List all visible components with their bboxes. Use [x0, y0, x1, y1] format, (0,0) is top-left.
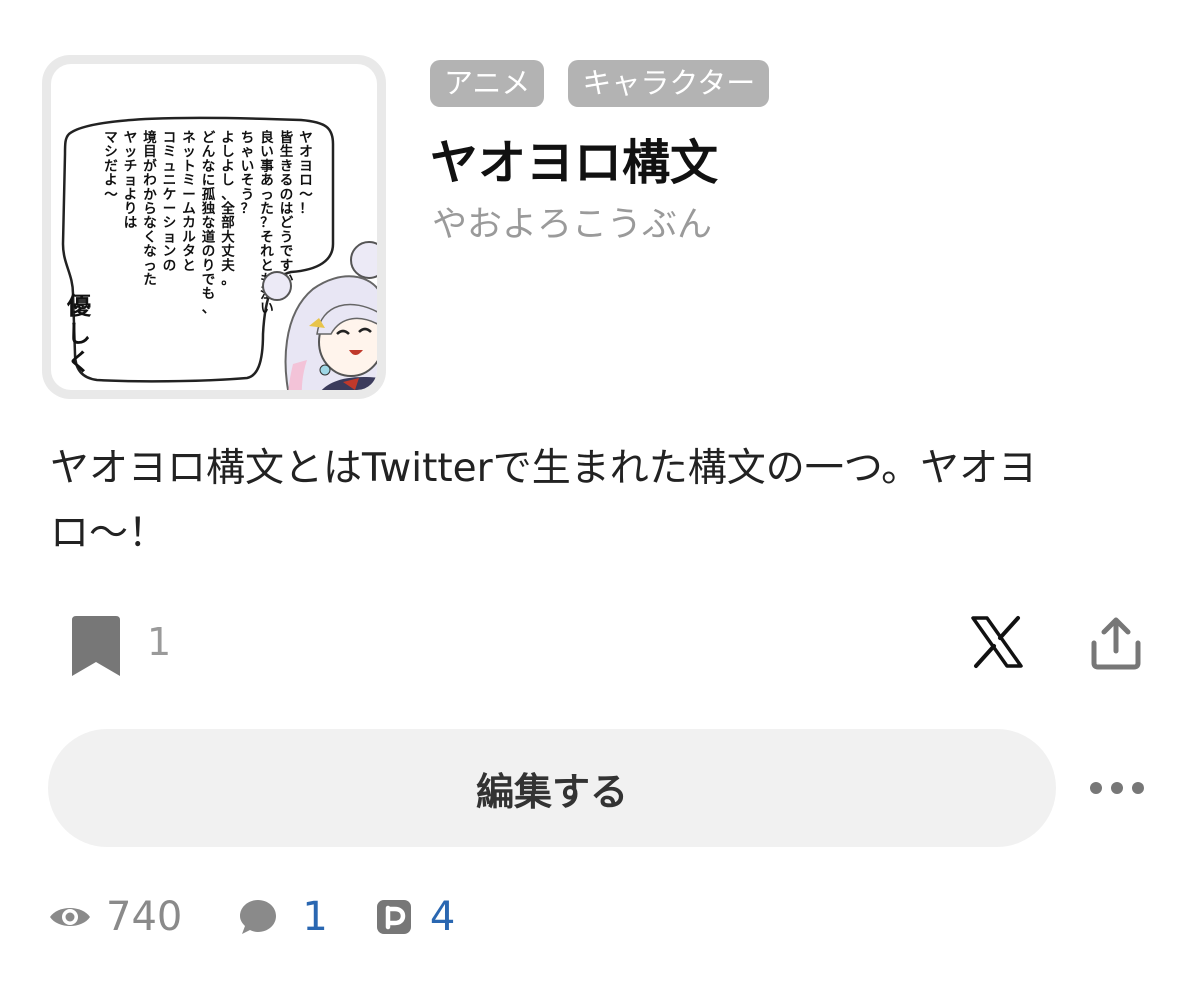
pixiv-stat[interactable]: 4	[376, 894, 455, 940]
thumbnail-image: ヤオヨロ〜！皆生きるのはどうですか？良い事あった？それとも泣いちゃいそう？よしよ…	[51, 64, 377, 390]
pixiv-count: 4	[429, 894, 456, 940]
speech-line: 境目がわからなくなった	[143, 129, 157, 288]
bookmark-count: 1	[147, 620, 172, 664]
share-icon	[1091, 617, 1141, 670]
comments-count: 1	[302, 894, 328, 940]
article-thumbnail[interactable]: ヤオヨロ〜！皆生きるのはどうですか？良い事あった？それとも泣いちゃいそう？よしよ…	[42, 55, 386, 399]
speech-line: どんなに孤独な道のりでも、	[202, 130, 216, 316]
edit-button[interactable]: 編集する	[48, 729, 1056, 847]
share-x-button[interactable]	[970, 615, 1024, 669]
more-dots-icon	[1090, 782, 1144, 794]
speech-line: コミュニケーションの	[163, 130, 177, 274]
article-title: ヤオヨロ構文	[430, 135, 719, 191]
speech-line: ネットミームカルタと	[182, 130, 196, 274]
views-count: 740	[106, 894, 183, 940]
article-stats: 740 1 4	[48, 889, 455, 945]
speech-line: ヤッチョよりは	[124, 130, 138, 231]
comment-icon	[240, 900, 277, 934]
tag-list: アニメ キャラクター	[430, 60, 770, 107]
eye-icon	[50, 908, 90, 926]
bookmark-icon	[72, 616, 120, 676]
views-stat: 740	[48, 894, 182, 940]
x-logo-icon	[971, 616, 1023, 668]
manga-panel-image: ヤオヨロ〜！皆生きるのはどうですか？良い事あった？それとも泣いちゃいそう？よしよ…	[61, 116, 377, 390]
article-description: ヤオヨロ構文とはTwitterで生まれた構文の一つ。ヤオヨロ〜！	[50, 446, 1038, 556]
pixiv-icon	[376, 900, 411, 934]
tag-anime[interactable]: アニメ	[430, 60, 545, 107]
comments-stat[interactable]: 1	[238, 894, 328, 940]
speech-line: ヤオヨロ〜！	[299, 130, 313, 217]
title-reading: やおよろこうぶん	[432, 205, 713, 245]
speech-line: マシだよ〜	[104, 130, 118, 203]
speech-line: ちゃいそう？	[241, 130, 255, 217]
speech-line: よしよし、全部大丈夫。	[220, 130, 235, 288]
tag-character[interactable]: キャラクター	[568, 60, 770, 107]
speech-big-line: 優しく	[66, 292, 92, 376]
speech-big-text: 優しく	[66, 292, 92, 376]
bookmark-button[interactable]	[66, 612, 126, 680]
share-button[interactable]	[1088, 615, 1144, 671]
more-options-button[interactable]	[1086, 770, 1148, 806]
